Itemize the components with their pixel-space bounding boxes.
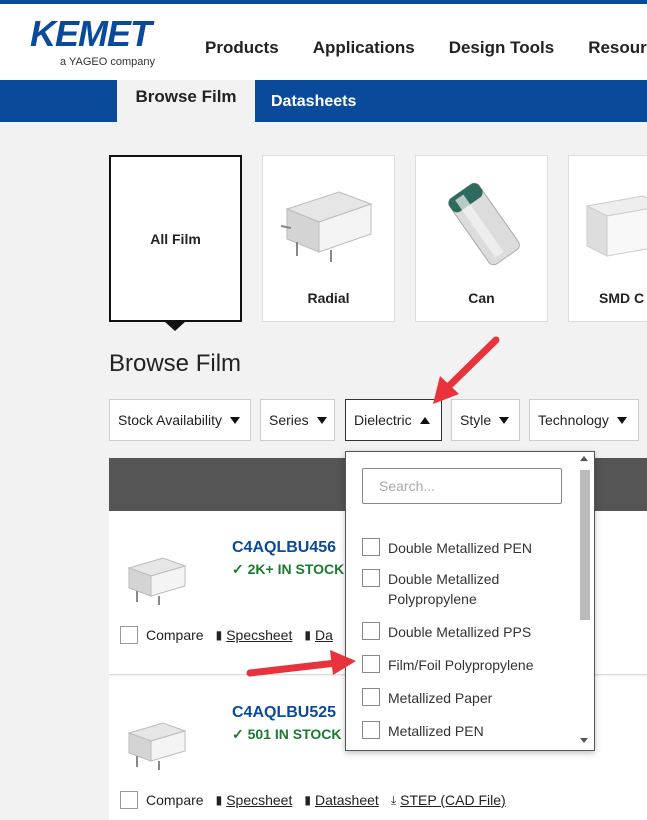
row-actions: Compare ▮ Specsheet ▮ Datasheet ⤓ STEP (… (120, 791, 506, 809)
option-double-metallized-polypropylene[interactable]: Double Metallized Polypropylene (362, 569, 572, 609)
radial-capacitor-icon (280, 191, 373, 262)
part-number-link[interactable]: C4AQLBU525 (232, 704, 336, 722)
nav-applications[interactable]: Applications (313, 38, 415, 58)
filter-style[interactable]: Style (451, 399, 520, 441)
option-checkbox[interactable] (362, 622, 380, 640)
option-checkbox[interactable] (362, 688, 380, 706)
category-label: Radial (307, 290, 350, 306)
site-header: KEMET a YAGEO company Products Applicati… (0, 0, 647, 80)
main-nav: Products Applications Design Tools Resou… (205, 38, 647, 58)
filter-dielectric[interactable]: Dielectric (345, 399, 442, 441)
scrollbar-thumb[interactable] (580, 470, 590, 620)
caret-down-icon (616, 416, 627, 424)
option-double-metallized-pps[interactable]: Double Metallized PPS (362, 622, 572, 642)
datasheet-link[interactable]: Da (315, 627, 333, 643)
nav-design-tools[interactable]: Design Tools (449, 38, 554, 58)
pdf-icon: ▮ (215, 628, 223, 642)
page-title: Browse Film (109, 350, 242, 377)
option-checkbox[interactable] (362, 655, 380, 673)
option-checkbox[interactable] (362, 721, 380, 739)
option-label: Double Metallized PPS (388, 624, 532, 640)
option-film-foil-polypropylene[interactable]: Film/Foil Polypropylene (362, 655, 572, 675)
filter-label: Series (269, 412, 309, 428)
radial-capacitor-icon (127, 722, 187, 770)
logo-wordmark: KEMET (30, 13, 152, 54)
nav-products[interactable]: Products (205, 38, 279, 58)
option-checkbox[interactable] (362, 538, 380, 556)
compare-label: Compare (146, 627, 204, 643)
filter-label: Dielectric (354, 412, 412, 428)
tab-browse-film[interactable]: Browse Film (117, 80, 255, 122)
option-label: Double Metallized PEN (388, 540, 532, 556)
kemet-logo[interactable]: KEMET a YAGEO company (30, 14, 170, 74)
caret-down-icon (230, 416, 241, 424)
compare-checkbox[interactable] (120, 626, 138, 644)
filter-label: Technology (538, 412, 609, 428)
tab-datasheets[interactable]: Datasheets (271, 93, 356, 111)
dielectric-search-input[interactable] (362, 468, 562, 504)
logo-tagline: a YAGEO company (60, 56, 155, 68)
category-label: SMD C (599, 290, 645, 306)
smd-capacitor-icon (585, 195, 647, 257)
filter-label: Stock Availability (118, 412, 223, 428)
caret-down-icon (499, 416, 510, 424)
selected-pointer (164, 321, 186, 331)
category-card-all-film[interactable]: All Film (109, 155, 242, 322)
can-capacitor-icon (448, 182, 520, 266)
pdf-icon: ▮ (304, 793, 311, 807)
specsheet-link[interactable]: Specsheet (226, 792, 292, 808)
datasheet-link[interactable]: Datasheet (315, 792, 379, 808)
option-checkbox[interactable] (362, 569, 380, 587)
category-card-smd[interactable]: SMD C (568, 155, 647, 322)
step-cad-link[interactable]: STEP (CAD File) (400, 792, 506, 808)
stock-status: ✓ 501 IN STOCK (232, 726, 342, 742)
category-card-radial[interactable]: Radial (262, 155, 395, 322)
part-number-link[interactable]: C4AQLBU456 (232, 539, 336, 557)
specsheet-link[interactable]: Specsheet (226, 627, 292, 643)
filter-label: Style (460, 412, 492, 428)
category-label: All Film (150, 231, 201, 247)
option-metallized-paper[interactable]: Metallized Paper (362, 688, 572, 708)
pdf-icon: ▮ (304, 628, 311, 642)
annotation-arrow-dielectric (433, 336, 500, 404)
filter-technology[interactable]: Technology (529, 399, 639, 441)
caret-down-icon (316, 416, 327, 424)
scroll-down-icon[interactable] (580, 738, 588, 743)
download-icon: ⤓ (390, 792, 397, 807)
radial-capacitor-icon (127, 557, 187, 605)
option-label: Metallized PEN (388, 723, 484, 739)
nav-resources[interactable]: Resources (588, 38, 647, 58)
row-actions: Compare ▮ Specsheet ▮ Da (120, 626, 333, 644)
dielectric-dropdown-panel: Double Metallized PEN Double Metallized … (345, 451, 595, 751)
scroll-up-icon[interactable] (580, 456, 588, 461)
compare-checkbox[interactable] (120, 791, 138, 809)
option-label: Double Metallized Polypropylene (388, 571, 500, 607)
category-card-can[interactable]: Can (415, 155, 548, 322)
filter-series[interactable]: Series (260, 399, 335, 441)
caret-up-icon (419, 416, 430, 424)
option-double-metallized-pen[interactable]: Double Metallized PEN (362, 538, 572, 558)
category-label: Can (468, 290, 495, 306)
option-label: Film/Foil Polypropylene (388, 657, 534, 673)
pdf-icon: ▮ (215, 793, 223, 807)
option-metallized-pen[interactable]: Metallized PEN (362, 721, 572, 741)
compare-label: Compare (146, 792, 204, 808)
stock-status: ✓ 2K+ IN STOCK (232, 561, 345, 577)
filter-stock-availability[interactable]: Stock Availability (109, 399, 251, 441)
option-label: Metallized Paper (388, 690, 493, 706)
